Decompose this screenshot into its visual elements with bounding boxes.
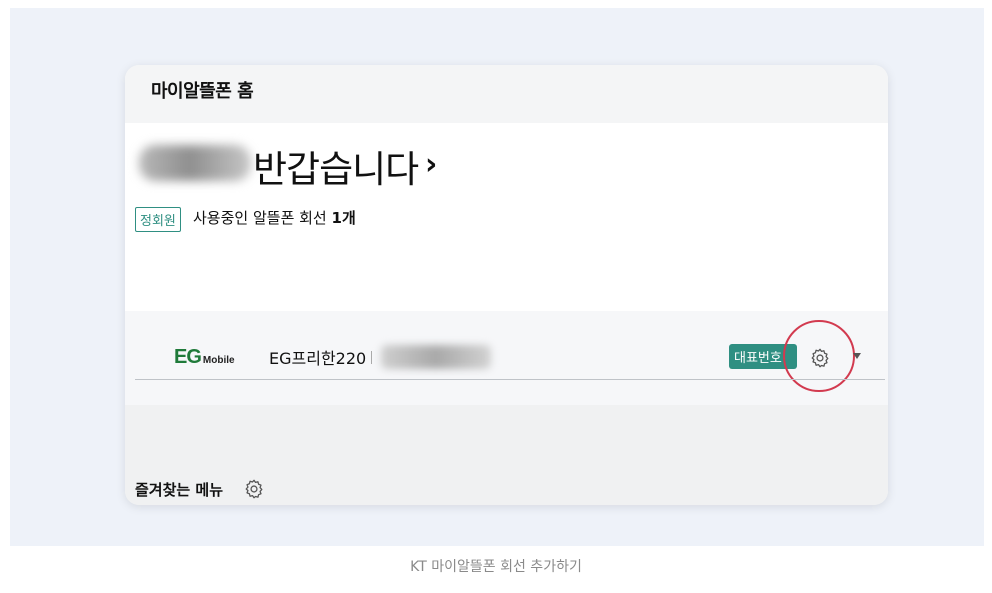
line-count-info: 사용중인 알뜰폰 회선 1개 [193,207,356,228]
line-item-row[interactable]: EG Mobile EG프리한220 대표번호 [125,311,888,405]
brand-logo-main: EG [174,346,202,368]
welcome-section: 반갑습니다 › 정회원 사용중인 알뜰폰 회선 1개 [125,123,888,311]
brand-logo-sub: Mobile [202,355,235,366]
greeting-text[interactable]: 반갑습니다 [253,139,419,193]
user-name-redacted [139,145,251,181]
favorites-section: 즐겨찾는 메뉴 [125,405,888,505]
header-bar: 마이알뜰폰 홈 [125,65,888,123]
phone-number-redacted [381,345,491,369]
screenshot-canvas: 마이알뜰폰 홈 반갑습니다 › 정회원 사용중인 알뜰폰 회선 1개 EG Mo… [10,8,984,546]
line-count-label: 사용중인 알뜰폰 회선 [193,209,327,227]
favorites-title: 즐겨찾는 메뉴 [135,481,224,499]
chevron-right-icon[interactable]: › [425,147,437,182]
divider [371,351,372,364]
highlight-annotation-circle [783,320,855,392]
eg-mobile-logo: EG Mobile [174,347,235,367]
row-divider [135,379,885,380]
page-title: 마이알뜰폰 홈 [151,81,254,102]
plan-name: EG프리한220 [269,349,367,368]
member-grade-badge: 정회원 [135,207,181,232]
favorites-settings-gear-icon[interactable] [243,478,265,500]
image-caption: KT 마이알뜰폰 회선 추가하기 [410,559,582,575]
caret-down-icon[interactable] [853,353,861,359]
line-count-value: 1개 [331,209,356,227]
my-mvno-home-card: 마이알뜰폰 홈 반갑습니다 › 정회원 사용중인 알뜰폰 회선 1개 EG Mo… [125,65,888,505]
